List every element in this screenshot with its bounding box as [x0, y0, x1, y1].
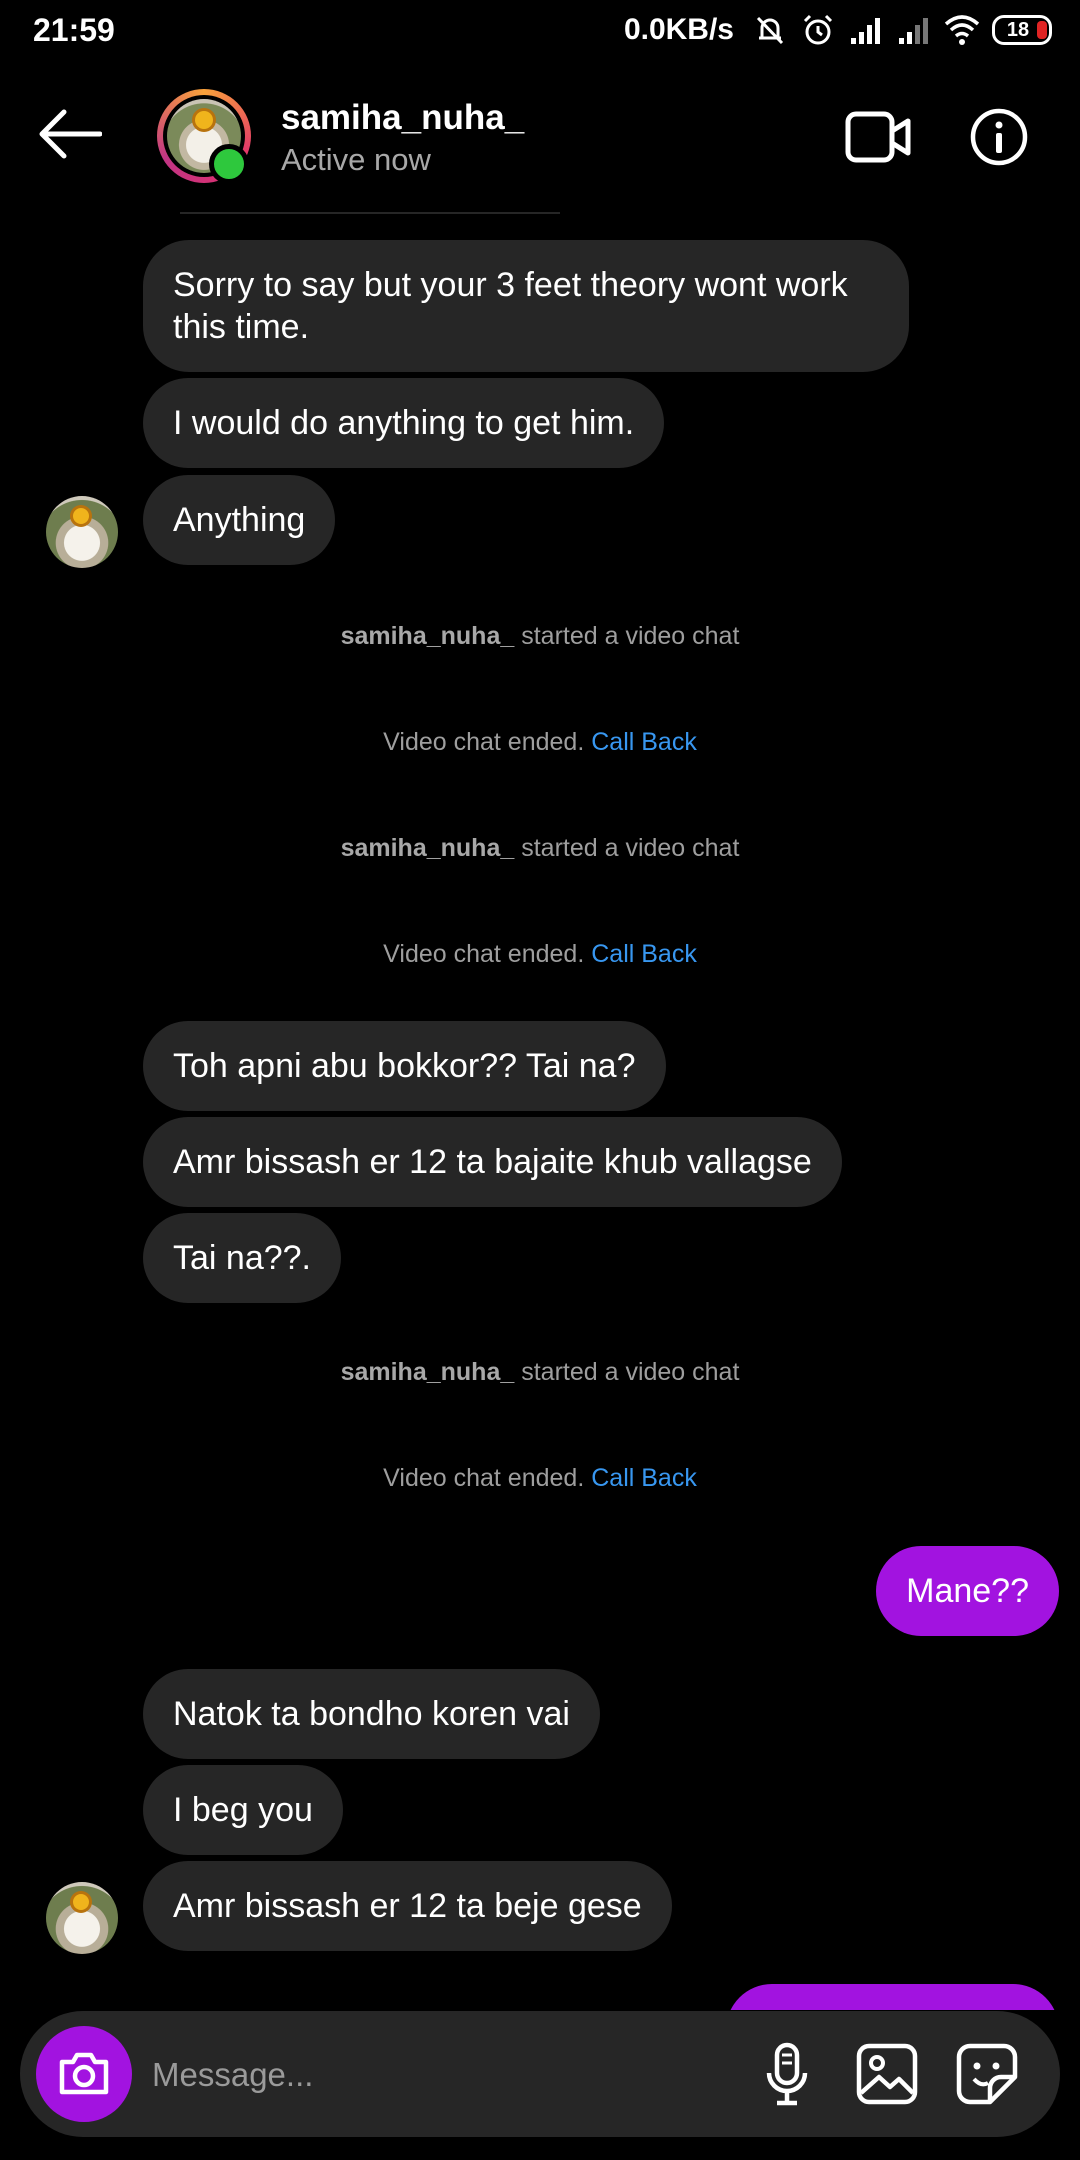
system-message: samiha_nuha_ started a video chat: [0, 622, 1080, 651]
system-text: started a video chat: [521, 1358, 740, 1386]
signal-icon: [851, 18, 880, 44]
system-message: samiha_nuha_ started a video chat: [0, 834, 1080, 863]
system-text: started a video chat: [521, 622, 740, 650]
sender-avatar[interactable]: [46, 496, 118, 568]
system-message: samiha_nuha_ started a video chat: [0, 1358, 1080, 1387]
call-back-link[interactable]: Call Back: [591, 728, 697, 756]
message-outgoing-partial[interactable]: [726, 1984, 1059, 2010]
system-text: Video chat ended.: [383, 728, 585, 756]
system-message: Video chat ended. Call Back: [0, 940, 1080, 969]
message-input[interactable]: [150, 2039, 714, 2111]
system-text: Video chat ended.: [383, 940, 585, 968]
system-text: started a video chat: [521, 834, 740, 862]
message-incoming[interactable]: Amr bissash er 12 ta bajaite khub vallag…: [143, 1117, 842, 1207]
camera-button[interactable]: [36, 2026, 132, 2122]
wifi-icon: [944, 15, 980, 45]
status-time: 21:59: [33, 12, 115, 48]
status-icons: 0.0KB/s 18: [624, 10, 1052, 50]
battery-icon: 18: [992, 15, 1052, 45]
network-speed: 0.0KB/s: [623, 13, 734, 46]
system-message: Video chat ended. Call Back: [0, 1464, 1080, 1493]
call-back-link[interactable]: Call Back: [591, 940, 697, 968]
message-incoming[interactable]: I would do anything to get him.: [143, 378, 665, 468]
message-incoming[interactable]: Tai na??.: [143, 1213, 341, 1303]
message-incoming[interactable]: I beg you: [143, 1765, 343, 1855]
system-text: Video chat ended.: [383, 1464, 585, 1492]
alarm-icon: [803, 14, 833, 45]
back-arrow-icon[interactable]: [36, 108, 102, 160]
online-indicator: [209, 144, 249, 184]
message-composer: [20, 2011, 1060, 2137]
video-call-icon[interactable]: [845, 109, 911, 165]
message-incoming[interactable]: Toh apni abu bokkor?? Tai na?: [143, 1021, 666, 1111]
message-outgoing[interactable]: Mane??: [876, 1546, 1059, 1636]
camera-icon: [59, 2052, 109, 2095]
sender-avatar[interactable]: [46, 1882, 118, 1954]
chat-username[interactable]: samiha_nuha_: [281, 98, 524, 138]
info-icon[interactable]: [970, 108, 1028, 166]
separator: [180, 212, 560, 214]
system-username: samiha_nuha_: [340, 834, 515, 862]
message-incoming[interactable]: Sorry to say but your 3 feet theory wont…: [143, 240, 909, 372]
message-thread[interactable]: Sorry to say but your 3 feet theory wont…: [0, 212, 1080, 2010]
status-bar: 21:59 0.0KB/s 18: [0, 0, 1080, 62]
gallery-icon[interactable]: [854, 2041, 920, 2107]
microphone-icon[interactable]: [754, 2041, 820, 2107]
sticker-icon[interactable]: [954, 2041, 1020, 2107]
message-incoming[interactable]: Anything: [143, 475, 336, 565]
chat-header: samiha_nuha_ Active now: [0, 62, 1080, 212]
active-status: Active now: [281, 142, 431, 177]
signal-icon: [899, 18, 928, 44]
system-username: samiha_nuha_: [340, 1358, 515, 1386]
call-back-link[interactable]: Call Back: [591, 1464, 697, 1492]
mute-icon: [756, 16, 784, 45]
system-message: Video chat ended. Call Back: [0, 728, 1080, 757]
system-username: samiha_nuha_: [340, 622, 515, 650]
message-incoming[interactable]: Amr bissash er 12 ta beje gese: [143, 1861, 672, 1951]
message-incoming[interactable]: Natok ta bondho koren vai: [143, 1669, 600, 1759]
battery-level: 18: [1006, 18, 1030, 41]
